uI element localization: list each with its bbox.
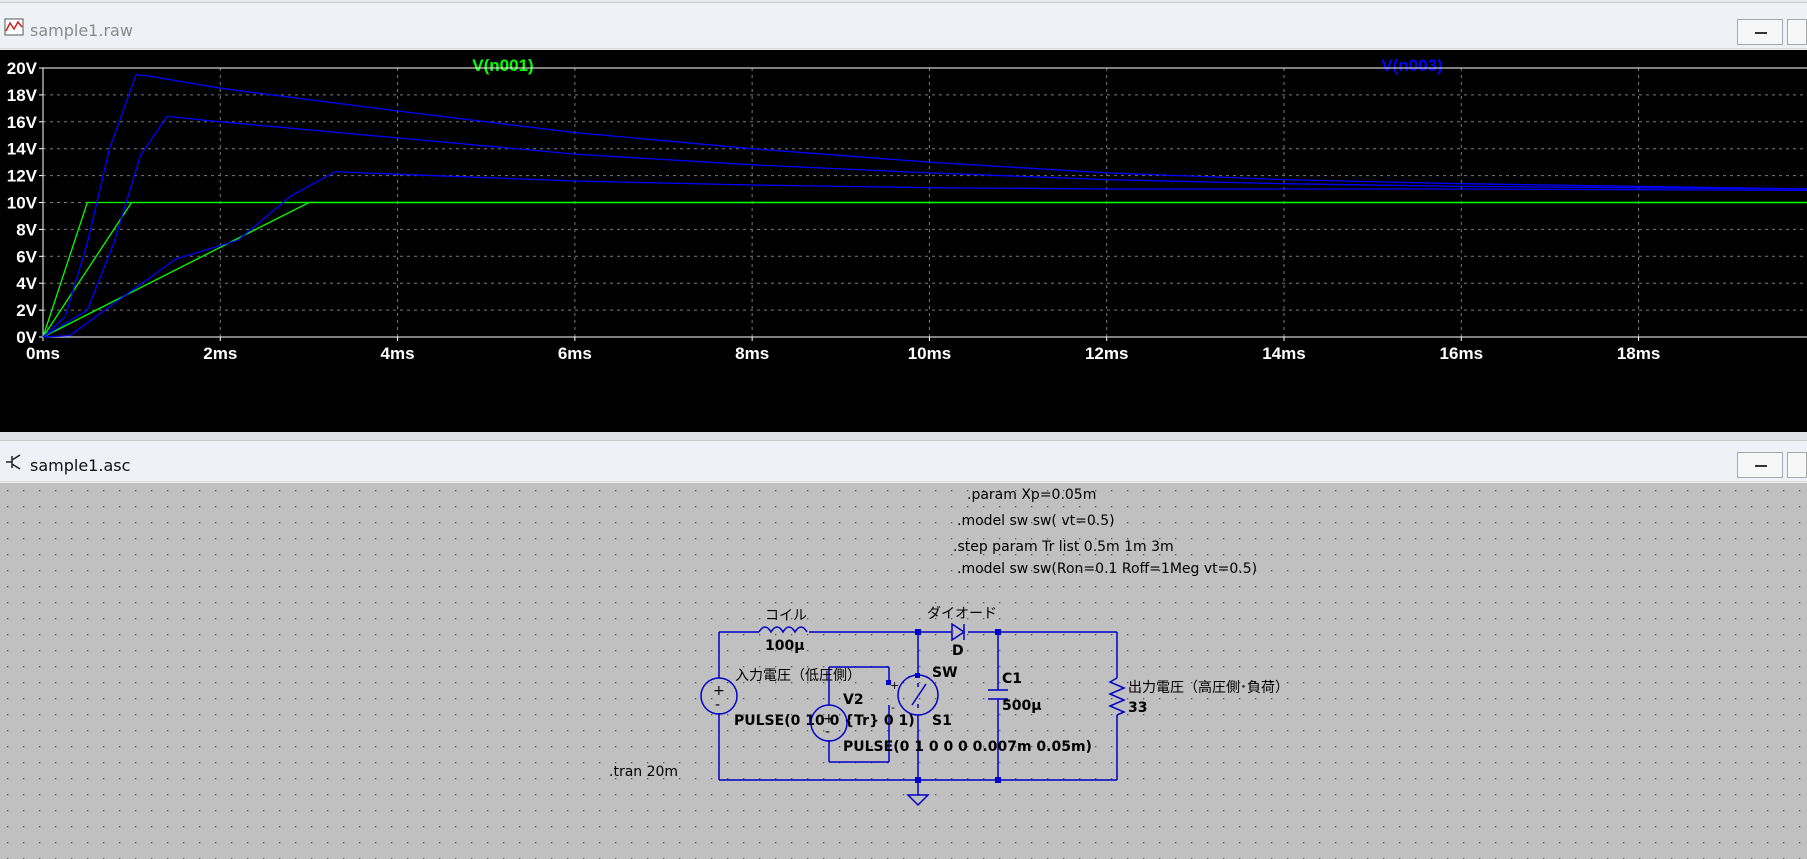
trace-label-n003[interactable]: V(n003) <box>1381 56 1442 75</box>
x-tick-label: 2ms <box>203 344 237 363</box>
y-tick-label: 2V <box>16 301 37 320</box>
v2-value: PULSE(0 1 0 0 0 0.007m 0.05m) <box>843 739 1092 755</box>
switch-model: SW <box>932 665 958 681</box>
y-tick-label: 4V <box>16 274 37 293</box>
minimize-icon <box>1755 32 1767 34</box>
inductor-value: 100μ <box>765 638 805 654</box>
y-tick-label: 14V <box>7 140 38 159</box>
waveform-icon <box>4 18 24 36</box>
schematic-grid-dots <box>0 483 1807 859</box>
y-tick-label: 18V <box>7 86 38 105</box>
minus-icon: - <box>715 697 720 713</box>
schematic-canvas[interactable]: .param Xp=0.05m .model sw sw( vt=0.5) .s… <box>0 483 1807 859</box>
schematic-titlebar[interactable]: sample1.asc <box>0 441 1807 482</box>
switch-name: S1 <box>932 713 952 729</box>
x-tick-label: 18ms <box>1617 344 1660 363</box>
switch-minus-icon: - <box>891 701 895 714</box>
directive-param[interactable]: .param Xp=0.05m <box>967 487 1096 503</box>
capacitor-name: C1 <box>1002 671 1022 687</box>
directive-step[interactable]: .step param Tr list 0.5m 1m 3m <box>953 539 1174 555</box>
minimize-button[interactable] <box>1737 452 1783 478</box>
x-tick-label: 12ms <box>1085 344 1128 363</box>
minimize-button[interactable] <box>1737 19 1783 45</box>
directive-model-sw[interactable]: .model sw sw( vt=0.5) <box>957 513 1115 529</box>
plot-background <box>0 50 1807 433</box>
trace-label-n001[interactable]: V(n001) <box>472 56 533 75</box>
maximize-button[interactable] <box>1787 452 1807 478</box>
x-tick-label: 6ms <box>558 344 592 363</box>
y-tick-label: 16V <box>7 113 38 132</box>
y-tick-label: 20V <box>7 59 38 78</box>
waveform-plot[interactable]: V(n001) V(n003) 0V2V4V6V8V10V12V14V16V18… <box>0 50 1807 433</box>
resistor-name: 出力電圧（高圧側･負荷） <box>1128 679 1289 696</box>
v2-name: V2 <box>843 692 864 708</box>
directive-tran[interactable]: .tran 20m <box>609 764 678 780</box>
x-tick-label: 0ms <box>26 344 60 363</box>
y-tick-label: 12V <box>7 167 38 186</box>
x-tick-label: 10ms <box>908 344 951 363</box>
y-tick-label: 8V <box>16 220 37 239</box>
schematic-window-title: sample1.asc <box>30 456 131 475</box>
schematic-window: sample1.asc .param Xp=0.05m .model sw sw… <box>0 440 1807 859</box>
minus-icon: - <box>825 724 830 740</box>
waveform-window-title: sample1.raw <box>30 21 133 40</box>
x-tick-label: 16ms <box>1440 344 1483 363</box>
y-tick-label: 10V <box>7 194 38 213</box>
waveform-window: sample1.raw V(n001) V(n003) 0V 2V 4V 6V 8V 10… <box>0 2 1807 433</box>
capacitor-value: 500μ <box>1002 698 1042 714</box>
y-tick-label: 6V <box>16 247 37 266</box>
waveform-titlebar[interactable]: sample1.raw <box>0 3 1807 49</box>
x-tick-label: 4ms <box>381 344 415 363</box>
directive-model-sw2[interactable]: .model sw sw(Ron=0.1 Roff=1Meg vt=0.5) <box>957 561 1257 577</box>
maximize-button[interactable] <box>1787 19 1807 45</box>
inductor-name: コイル <box>765 608 807 624</box>
diode-name: ダイオード <box>927 606 997 622</box>
window-separator <box>0 432 1807 440</box>
minimize-icon <box>1755 465 1767 467</box>
v1-name: 入力電圧（低圧側） <box>735 668 861 684</box>
x-tick-label: 14ms <box>1262 344 1305 363</box>
switch-plus-icon: + <box>890 679 899 692</box>
resistor-value: 33 <box>1128 700 1147 716</box>
x-tick-label: 8ms <box>735 344 769 363</box>
diode-model: D <box>952 643 964 659</box>
schematic-icon <box>6 454 21 470</box>
